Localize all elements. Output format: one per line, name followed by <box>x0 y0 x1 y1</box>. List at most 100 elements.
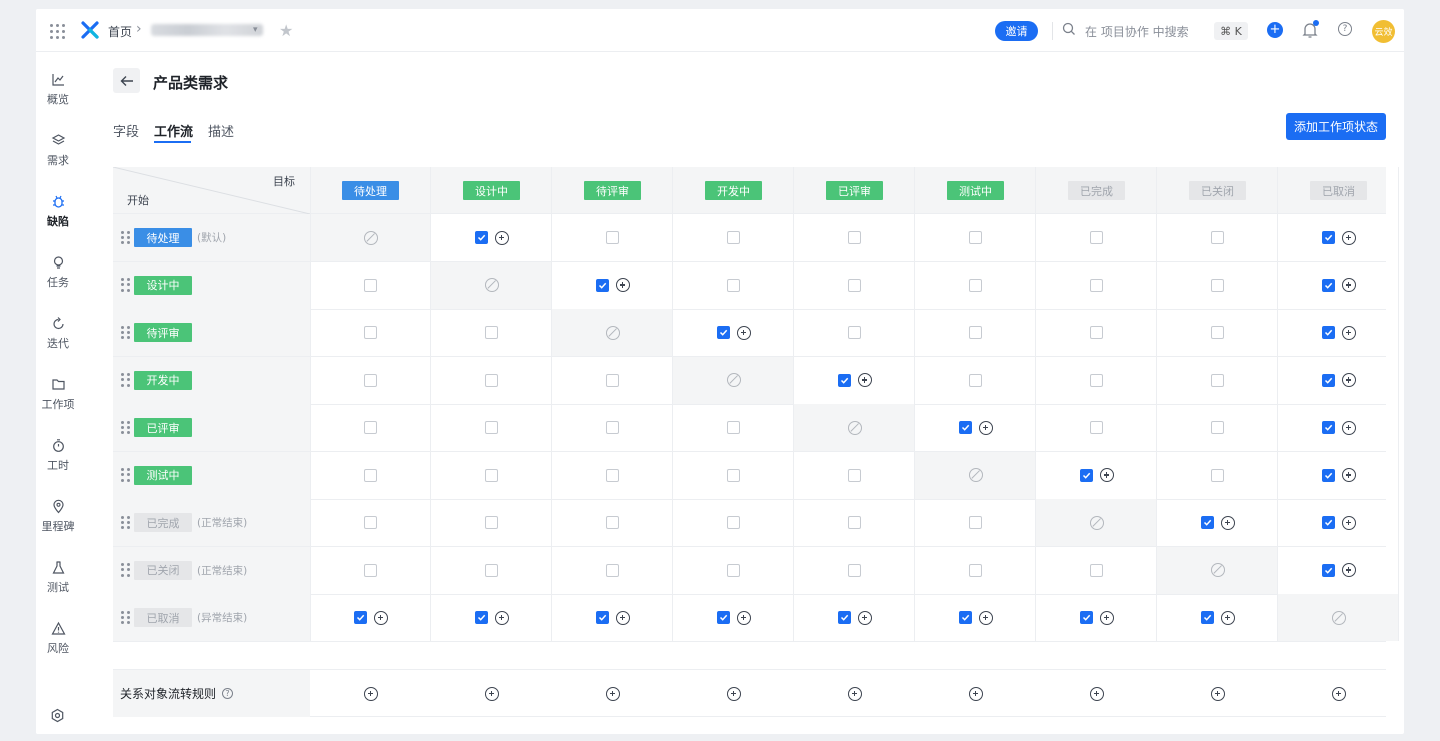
add-rule-icon[interactable] <box>373 610 388 625</box>
transition-checkbox[interactable] <box>958 421 972 434</box>
add-rule-icon[interactable] <box>1341 278 1356 292</box>
transition-checkbox[interactable] <box>595 278 609 292</box>
transition-checkbox[interactable] <box>958 611 972 624</box>
tab-workflow[interactable]: 工作流 <box>154 121 193 140</box>
create-button[interactable]: + <box>1267 22 1283 38</box>
transition-checkbox[interactable] <box>1090 421 1103 434</box>
transition-checkbox[interactable] <box>848 326 861 339</box>
transition-checkbox[interactable] <box>1079 468 1093 482</box>
transition-checkbox[interactable] <box>1211 231 1224 244</box>
transition-checkbox[interactable] <box>1321 563 1335 577</box>
transition-checkbox[interactable] <box>364 421 377 434</box>
transition-checkbox[interactable] <box>1211 421 1224 434</box>
add-relation-rule-icon[interactable] <box>363 686 378 701</box>
drag-handle-icon[interactable] <box>121 563 130 577</box>
add-relation-rule-icon[interactable] <box>968 686 983 701</box>
transition-checkbox[interactable] <box>716 611 730 624</box>
add-rule-icon[interactable] <box>615 610 630 625</box>
transition-checkbox[interactable] <box>1200 516 1214 529</box>
transition-checkbox[interactable] <box>364 326 377 339</box>
drag-handle-icon[interactable] <box>121 610 130 625</box>
add-rule-icon[interactable] <box>615 278 630 292</box>
settings-icon[interactable] <box>50 708 65 723</box>
drag-handle-icon[interactable] <box>121 325 130 340</box>
transition-checkbox[interactable] <box>848 468 861 482</box>
transition-checkbox[interactable] <box>837 611 851 624</box>
back-button[interactable] <box>113 68 140 93</box>
transition-checkbox[interactable] <box>727 468 740 482</box>
transition-checkbox[interactable] <box>1321 326 1335 339</box>
transition-checkbox[interactable] <box>595 611 609 624</box>
sidebar-item-timesheet[interactable]: 工时 <box>36 438 80 473</box>
add-relation-rule-icon[interactable] <box>726 686 741 701</box>
transition-checkbox[interactable] <box>1090 231 1103 244</box>
transition-checkbox[interactable] <box>1090 326 1103 339</box>
transition-checkbox[interactable] <box>848 278 861 292</box>
add-rule-icon[interactable] <box>978 420 993 435</box>
transition-checkbox[interactable] <box>1211 373 1224 387</box>
transition-checkbox[interactable] <box>727 231 740 244</box>
transition-checkbox[interactable] <box>606 516 619 529</box>
transition-checkbox[interactable] <box>848 516 861 529</box>
invite-button[interactable]: 邀请 <box>995 21 1038 41</box>
app-grid-icon[interactable] <box>50 23 66 39</box>
drag-handle-icon[interactable] <box>121 420 130 435</box>
drag-handle-icon[interactable] <box>121 373 130 387</box>
transition-checkbox[interactable] <box>969 373 982 387</box>
add-relation-rule-icon[interactable] <box>847 686 862 701</box>
transition-checkbox[interactable] <box>485 326 498 339</box>
transition-checkbox[interactable] <box>364 373 377 387</box>
transition-checkbox[interactable] <box>485 421 498 434</box>
add-rule-icon[interactable] <box>978 610 993 625</box>
transition-checkbox[interactable] <box>1200 611 1214 624</box>
logo-icon[interactable] <box>80 20 100 40</box>
transition-checkbox[interactable] <box>969 231 982 244</box>
tab-fields[interactable]: 字段 <box>113 121 139 140</box>
breadcrumb-home[interactable]: 首页 <box>108 23 132 40</box>
chevron-down-icon[interactable]: ▾ <box>253 25 258 35</box>
transition-checkbox[interactable] <box>727 421 740 434</box>
transition-checkbox[interactable] <box>1321 421 1335 434</box>
transition-checkbox[interactable] <box>1321 231 1335 244</box>
transition-checkbox[interactable] <box>364 563 377 577</box>
transition-checkbox[interactable] <box>969 326 982 339</box>
transition-checkbox[interactable] <box>969 516 982 529</box>
transition-checkbox[interactable] <box>606 468 619 482</box>
drag-handle-icon[interactable] <box>121 230 130 245</box>
transition-checkbox[interactable] <box>1211 278 1224 292</box>
add-rule-icon[interactable] <box>1341 325 1356 340</box>
transition-checkbox[interactable] <box>485 373 498 387</box>
add-rule-icon[interactable] <box>1341 563 1356 577</box>
transition-checkbox[interactable] <box>727 516 740 529</box>
transition-checkbox[interactable] <box>1090 373 1103 387</box>
transition-checkbox[interactable] <box>1090 278 1103 292</box>
add-rule-icon[interactable] <box>1099 610 1114 625</box>
transition-checkbox[interactable] <box>848 563 861 577</box>
sidebar-item-defects[interactable]: 缺陷 <box>36 194 80 229</box>
help-icon[interactable]: ? <box>222 688 234 699</box>
search-input[interactable]: 在 项目协作 中搜索 <box>1085 23 1189 40</box>
add-rule-icon[interactable] <box>1341 515 1356 530</box>
add-status-button[interactable]: 添加工作项状态 <box>1286 113 1386 140</box>
transition-checkbox[interactable] <box>474 231 488 244</box>
sidebar-item-workitems[interactable]: 工作项 <box>36 377 80 412</box>
add-relation-rule-icon[interactable] <box>1331 686 1346 701</box>
search-icon[interactable] <box>1062 22 1076 36</box>
tab-description[interactable]: 描述 <box>208 121 234 140</box>
transition-checkbox[interactable] <box>1321 278 1335 292</box>
transition-checkbox[interactable] <box>606 373 619 387</box>
transition-checkbox[interactable] <box>1321 516 1335 529</box>
add-relation-rule-icon[interactable] <box>605 686 620 701</box>
transition-checkbox[interactable] <box>727 563 740 577</box>
transition-checkbox[interactable] <box>606 563 619 577</box>
sidebar-item-tasks[interactable]: 任务 <box>36 255 80 290</box>
add-rule-icon[interactable] <box>494 610 509 625</box>
sidebar-item-overview[interactable]: 概览 <box>36 72 80 107</box>
transition-checkbox[interactable] <box>485 468 498 482</box>
transition-checkbox[interactable] <box>848 231 861 244</box>
add-rule-icon[interactable] <box>1341 420 1356 435</box>
drag-handle-icon[interactable] <box>121 278 130 292</box>
transition-checkbox[interactable] <box>1079 611 1093 624</box>
sidebar-item-iterations[interactable]: 迭代 <box>36 316 80 351</box>
project-name-redacted[interactable] <box>151 24 263 36</box>
